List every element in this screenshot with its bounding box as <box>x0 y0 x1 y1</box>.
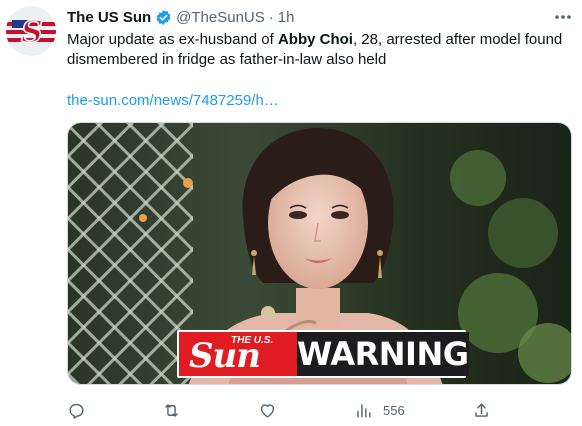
header-separator: · <box>268 8 274 26</box>
author-name[interactable]: The US Sun <box>67 9 151 26</box>
sun-logo-text: Sun <box>189 336 261 376</box>
author-avatar[interactable]: S <box>6 6 56 56</box>
tweet-header: The US Sun @TheSunUS · 1h <box>67 7 294 27</box>
reply-icon <box>69 403 84 419</box>
share-icon <box>475 402 488 417</box>
warning-badge: THE U.S. Sun WARNING <box>177 330 469 378</box>
tweet-media-image[interactable]: THE U.S. Sun WARNING <box>67 122 572 385</box>
us-sun-logo-avatar-icon: S <box>6 6 56 56</box>
reply-button[interactable] <box>67 398 86 422</box>
views-button[interactable]: 556 <box>354 398 405 422</box>
author-handle[interactable]: @TheSunUS <box>176 9 265 26</box>
tweet-text: Major update as ex-husband of Abby Choi,… <box>67 30 567 70</box>
more-dots-icon <box>555 15 571 19</box>
verified-badge-icon <box>155 9 172 26</box>
svg-text:S: S <box>21 15 43 50</box>
views-chart-icon <box>357 403 371 418</box>
tweet-text-bold: Abby Choi <box>277 31 353 48</box>
retweet-button[interactable] <box>162 398 181 422</box>
tweet[interactable]: S The US Sun @TheSunUS · 1h Major update… <box>0 0 582 426</box>
warning-text: WARNING <box>297 332 469 376</box>
tweet-time[interactable]: 1h <box>278 9 295 26</box>
more-options-button[interactable] <box>552 8 574 26</box>
tweet-actions: 556 <box>67 398 572 422</box>
like-button[interactable] <box>258 398 277 422</box>
tweet-link[interactable]: the-sun.com/news/7487259/h… <box>67 91 279 111</box>
views-count: 556 <box>383 402 405 418</box>
sun-logo: THE U.S. Sun <box>179 332 297 376</box>
tweet-text-part: Major update as ex-husband of <box>67 31 278 48</box>
retweet-icon <box>165 403 178 417</box>
heart-icon <box>260 403 275 418</box>
share-button[interactable] <box>472 398 491 422</box>
